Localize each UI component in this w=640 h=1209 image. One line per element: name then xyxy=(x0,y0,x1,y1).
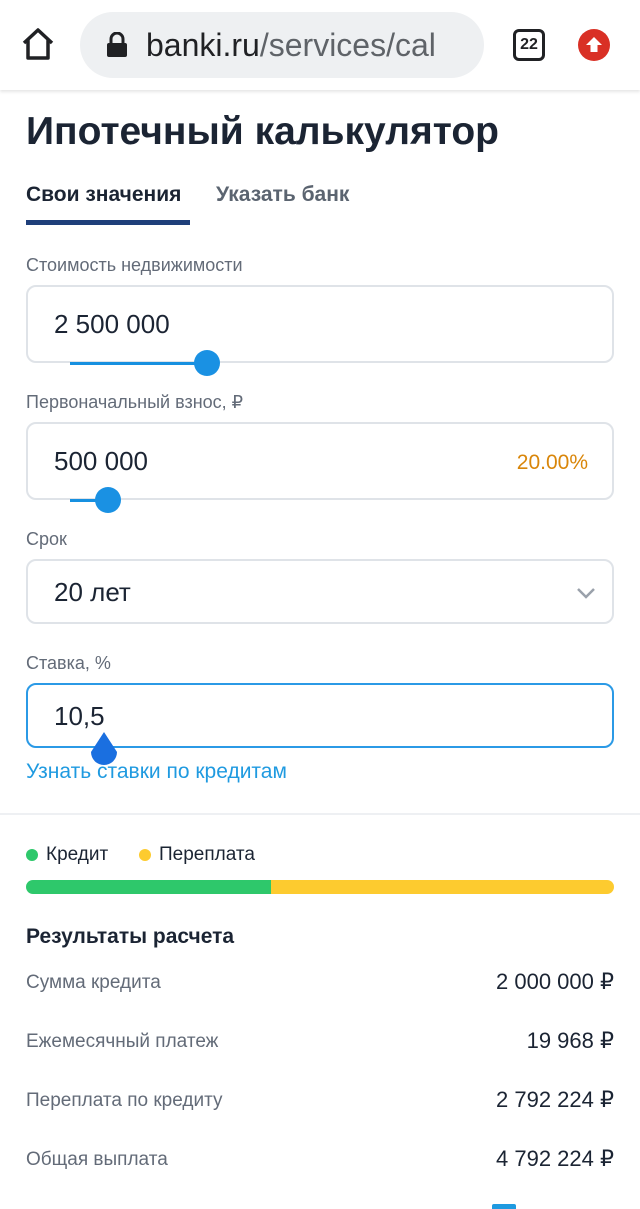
monthly-payment-value: 19 968 ₽ xyxy=(526,1028,614,1053)
loan-amount-value: 2 000 000 ₽ xyxy=(496,969,614,994)
price-value: 2 500 000 xyxy=(54,309,170,339)
term-value: 20 лет xyxy=(54,577,131,607)
section-divider xyxy=(0,813,640,815)
term-label: Срок xyxy=(26,529,67,549)
update-icon[interactable] xyxy=(578,29,610,61)
down-payment-value: 500 000 xyxy=(54,446,148,476)
tab-switcher-button[interactable]: 22 xyxy=(513,29,545,61)
price-slider-track[interactable] xyxy=(70,362,207,365)
overpay-legend-dot xyxy=(139,849,151,861)
tab-choose-bank[interactable]: Указать банк xyxy=(216,182,349,208)
url-text: banki.ru/services/cal xyxy=(146,27,436,63)
lock-icon xyxy=(106,31,128,58)
rate-value: 10,5 xyxy=(54,701,105,731)
loan-amount-label: Сумма кредита xyxy=(26,972,161,993)
credit-bar-segment xyxy=(26,880,272,894)
rate-label: Ставка, % xyxy=(26,653,111,673)
home-icon[interactable] xyxy=(18,24,58,64)
total-payment-value: 4 792 224 ₽ xyxy=(496,1146,614,1171)
price-label: Стоимость недвижимости xyxy=(26,255,243,275)
address-bar[interactable]: banki.ru/services/cal xyxy=(80,12,484,78)
down-payment-percent: 20.00% xyxy=(516,451,588,474)
overpay-bar-segment xyxy=(271,880,614,894)
monthly-payment-label: Ежемесячный платеж xyxy=(26,1031,219,1052)
chevron-down-icon xyxy=(574,581,598,605)
overpayment-value: 2 792 224 ₽ xyxy=(496,1087,614,1112)
total-payment-label: Общая выплата xyxy=(26,1149,168,1170)
term-select[interactable]: 20 лет xyxy=(26,559,614,624)
offscreen-link-fragment xyxy=(492,1204,516,1209)
credit-legend-dot xyxy=(26,849,38,861)
price-field[interactable]: 2 500 000 xyxy=(26,285,614,363)
breakdown-bar xyxy=(26,880,614,894)
results-title: Результаты расчета xyxy=(26,925,235,948)
rates-link[interactable]: Узнать ставки по кредитам xyxy=(26,759,287,785)
down-payment-slider-handle[interactable] xyxy=(95,487,121,513)
browser-toolbar: banki.ru/services/cal 22 xyxy=(0,0,640,90)
tab-own-values[interactable]: Свои значения xyxy=(26,182,181,208)
down-payment-label: Первоначальный взнос, ₽ xyxy=(26,392,244,412)
price-slider-handle[interactable] xyxy=(194,350,220,376)
overpayment-label: Переплата по кредиту xyxy=(26,1090,223,1111)
page-title: Ипотечный калькулятор xyxy=(26,110,499,153)
active-tab-indicator xyxy=(26,220,190,225)
overpay-legend-label: Переплата xyxy=(159,844,255,865)
credit-legend-label: Кредит xyxy=(46,844,109,865)
